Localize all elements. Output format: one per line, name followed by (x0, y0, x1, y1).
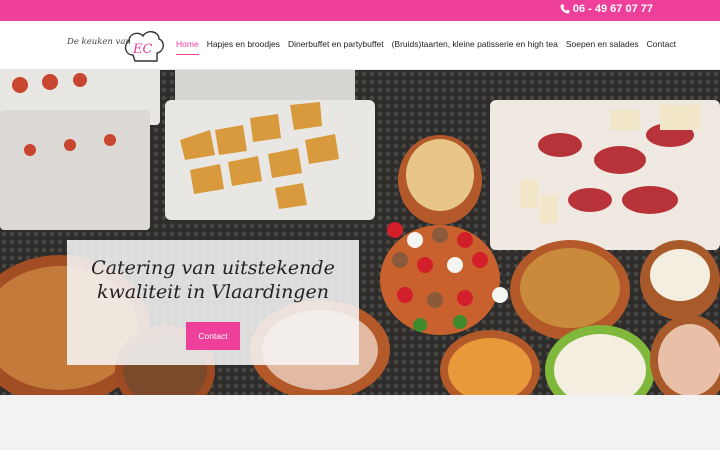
nav-item-contact[interactable]: Contact (647, 39, 676, 55)
contact-button[interactable]: Contact (186, 322, 240, 350)
nav-item-dinerbuffet[interactable]: Dinerbuffet en partybuffet (288, 39, 384, 55)
content-area (0, 395, 720, 450)
hero-section: Catering van uitstekende kwaliteit in Vl… (0, 70, 720, 395)
nav-item-soepen[interactable]: Soepen en salades (566, 39, 639, 55)
logo-initials: EC (132, 42, 152, 57)
phone-icon (560, 4, 570, 14)
phone-link[interactable]: 06 - 49 67 07 77 (560, 3, 653, 15)
hero-title-line-1: Catering van uitstekende (91, 257, 335, 279)
chef-hat-logo-icon: EC (124, 31, 164, 62)
phone-number: 06 - 49 67 07 77 (572, 3, 653, 15)
top-bar: 06 - 49 67 07 77 (0, 0, 720, 21)
hero-card: Catering van uitstekende kwaliteit in Vl… (67, 240, 359, 365)
nav-item-taarten[interactable]: (Bruids)taarten, kleine patisserie en hi… (392, 39, 558, 55)
site-logo[interactable]: De keuken van EC (67, 25, 167, 65)
hero-title: Catering van uitstekende kwaliteit in Vl… (67, 256, 359, 304)
nav-item-hapjes[interactable]: Hapjes en broodjes (207, 39, 280, 55)
main-navigation: De keuken van EC Home Hapjes en broodjes… (0, 21, 720, 70)
hero-title-line-2: kwaliteit in Vlaardingen (97, 281, 329, 303)
nav-item-home[interactable]: Home (176, 39, 199, 55)
menu: Home Hapjes en broodjes Dinerbuffet en p… (176, 39, 676, 55)
